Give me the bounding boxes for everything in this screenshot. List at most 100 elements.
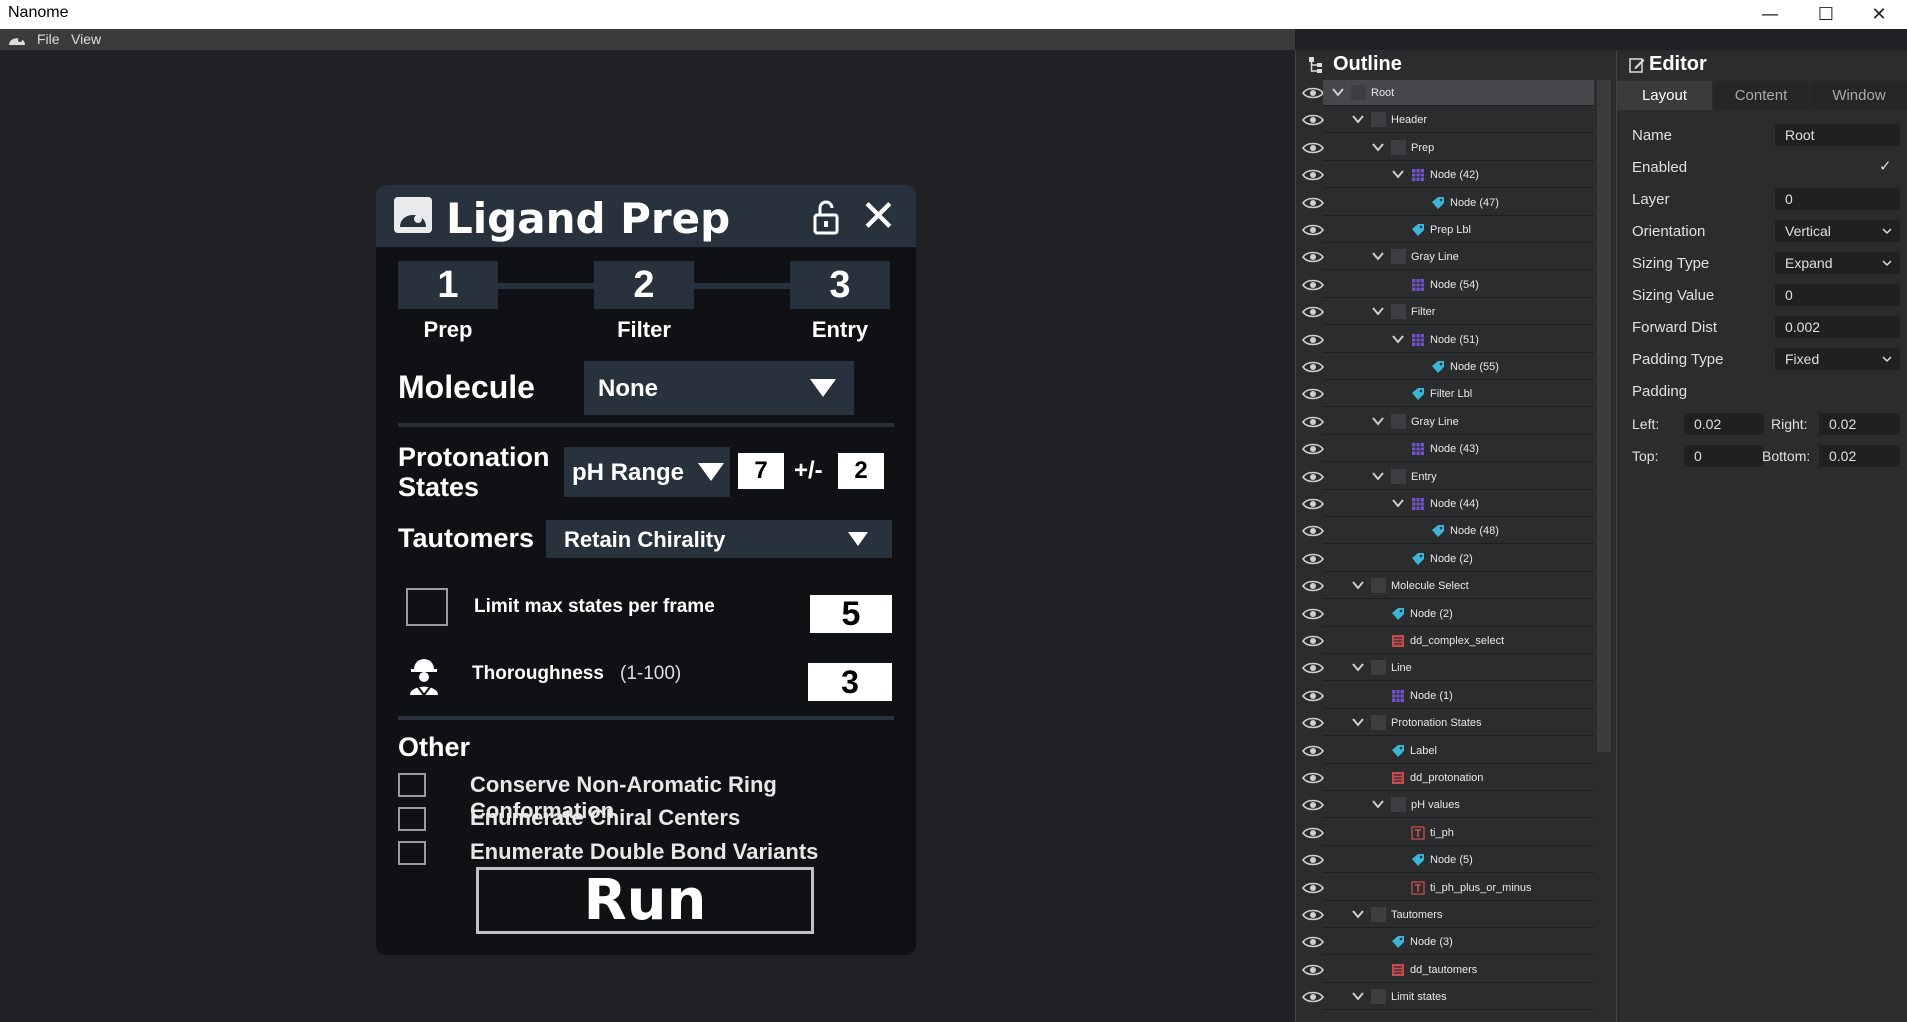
tab-window[interactable]: Window bbox=[1810, 81, 1907, 110]
visibility-eye-icon[interactable] bbox=[1302, 552, 1324, 566]
visibility-eye-icon[interactable] bbox=[1302, 826, 1324, 840]
orientation-dropdown[interactable]: Vertical bbox=[1775, 220, 1900, 242]
outline-row[interactable]: Node (42) bbox=[1296, 162, 1594, 189]
visibility-eye-icon[interactable] bbox=[1302, 798, 1324, 812]
option-checkbox-3[interactable] bbox=[398, 841, 426, 865]
outline-row-cell[interactable]: Filter bbox=[1323, 299, 1594, 326]
outline-row[interactable]: Prep Lbl bbox=[1296, 217, 1594, 244]
outline-row[interactable]: dd_complex_select bbox=[1296, 628, 1594, 655]
outline-row-cell[interactable]: Node (43) bbox=[1323, 436, 1594, 463]
run-button[interactable]: Run bbox=[476, 867, 814, 934]
option-checkbox-2[interactable] bbox=[398, 807, 426, 831]
outline-row[interactable]: Node (2) bbox=[1296, 546, 1594, 573]
outline-row-cell[interactable]: pH values bbox=[1323, 792, 1594, 819]
chevron-down-icon[interactable] bbox=[1371, 140, 1385, 154]
outline-row-cell[interactable]: Prep bbox=[1323, 135, 1594, 161]
outline-row[interactable]: Node (1) bbox=[1296, 683, 1594, 710]
option-checkbox-1[interactable] bbox=[398, 773, 426, 797]
unlock-icon[interactable] bbox=[812, 199, 844, 235]
outline-row[interactable]: Node (47) bbox=[1296, 190, 1594, 217]
visibility-eye-icon[interactable] bbox=[1302, 908, 1324, 922]
layer-field[interactable]: 0 bbox=[1775, 188, 1900, 210]
visibility-eye-icon[interactable] bbox=[1302, 607, 1324, 621]
maximize-button[interactable]: ☐ bbox=[1798, 0, 1854, 29]
chevron-down-icon[interactable] bbox=[1351, 112, 1365, 126]
outline-row[interactable]: Gray Line bbox=[1296, 244, 1594, 271]
outline-row[interactable]: dd_protonation bbox=[1296, 765, 1594, 792]
tab-content[interactable]: Content bbox=[1713, 81, 1809, 110]
padding-left-field[interactable]: 0.02 bbox=[1684, 413, 1764, 435]
visibility-eye-icon[interactable] bbox=[1302, 881, 1324, 895]
tab-layout[interactable]: Layout bbox=[1617, 81, 1712, 110]
outline-row-cell[interactable]: Line bbox=[1323, 655, 1594, 682]
outline-row-cell[interactable]: Node (51) bbox=[1323, 327, 1594, 353]
chevron-down-icon[interactable] bbox=[1351, 989, 1365, 1003]
visibility-eye-icon[interactable] bbox=[1302, 360, 1324, 374]
step-2-box[interactable]: 2 bbox=[594, 261, 694, 309]
visibility-eye-icon[interactable] bbox=[1302, 689, 1324, 703]
outline-row[interactable]: Node (5) bbox=[1296, 847, 1594, 874]
visibility-eye-icon[interactable] bbox=[1302, 442, 1324, 456]
limit-states-input[interactable]: 5 bbox=[810, 595, 892, 633]
visibility-eye-icon[interactable] bbox=[1302, 524, 1324, 538]
outline-row[interactable]: Gray Line bbox=[1296, 409, 1594, 436]
chevron-down-icon[interactable] bbox=[1391, 496, 1405, 510]
outline-row-cell[interactable]: Node (5) bbox=[1323, 847, 1594, 874]
ph-range-input[interactable]: 2 bbox=[838, 453, 884, 489]
outline-row[interactable]: Node (51) bbox=[1296, 327, 1594, 354]
visibility-eye-icon[interactable] bbox=[1302, 716, 1324, 730]
visibility-eye-icon[interactable] bbox=[1302, 935, 1324, 949]
chevron-down-icon[interactable] bbox=[1351, 907, 1365, 921]
visibility-eye-icon[interactable] bbox=[1302, 990, 1324, 1004]
visibility-eye-icon[interactable] bbox=[1302, 771, 1324, 785]
padding-right-field[interactable]: 0.02 bbox=[1819, 413, 1900, 435]
outline-row-cell[interactable]: Gray Line bbox=[1323, 409, 1594, 435]
padding-top-field[interactable]: 0 bbox=[1684, 445, 1764, 467]
enabled-checkbox[interactable]: ✓ bbox=[1879, 157, 1892, 175]
visibility-eye-icon[interactable] bbox=[1302, 470, 1324, 484]
outline-row-cell[interactable]: Root bbox=[1323, 80, 1594, 106]
outline-row[interactable]: Node (55) bbox=[1296, 354, 1594, 381]
outline-row[interactable]: dd_tautomers bbox=[1296, 957, 1594, 984]
outline-row-cell[interactable]: Prep Lbl bbox=[1323, 217, 1594, 243]
outline-row-cell[interactable]: dd_tautomers bbox=[1323, 957, 1594, 983]
outline-row[interactable]: Node (2) bbox=[1296, 601, 1594, 628]
outline-row[interactable]: Node (48) bbox=[1296, 518, 1594, 545]
outline-row[interactable]: Node (44) bbox=[1296, 491, 1594, 518]
visibility-eye-icon[interactable] bbox=[1302, 333, 1324, 347]
molecule-dropdown[interactable]: None bbox=[584, 361, 854, 415]
outline-row-cell[interactable]: Node (42) bbox=[1323, 162, 1594, 189]
outline-row[interactable]: Entry bbox=[1296, 464, 1594, 491]
visibility-eye-icon[interactable] bbox=[1302, 853, 1324, 867]
outline-row[interactable]: Node (43) bbox=[1296, 436, 1594, 463]
outline-row-cell[interactable]: ti_ph bbox=[1323, 820, 1594, 846]
visibility-eye-icon[interactable] bbox=[1302, 579, 1324, 593]
outline-row[interactable]: Node (54) bbox=[1296, 272, 1594, 299]
protonation-dropdown[interactable]: pH Range bbox=[564, 447, 730, 497]
close-panel-icon[interactable]: ✕ bbox=[860, 191, 897, 242]
outline-row-cell[interactable]: Entry bbox=[1323, 464, 1594, 490]
outline-row-cell[interactable]: Node (3) bbox=[1323, 929, 1594, 956]
close-window-button[interactable]: ✕ bbox=[1851, 0, 1907, 29]
outline-row-cell[interactable]: Node (55) bbox=[1323, 354, 1594, 380]
outline-row-cell[interactable]: Limit states bbox=[1323, 984, 1594, 1011]
visibility-eye-icon[interactable] bbox=[1302, 168, 1324, 182]
outline-row-cell[interactable]: Node (1) bbox=[1323, 683, 1594, 709]
outline-row-cell[interactable]: dd_protonation bbox=[1323, 765, 1594, 791]
padding-type-dropdown[interactable]: Fixed bbox=[1775, 348, 1900, 370]
visibility-eye-icon[interactable] bbox=[1302, 387, 1324, 401]
nanome-logo-icon[interactable] bbox=[8, 32, 26, 46]
visibility-eye-icon[interactable] bbox=[1302, 250, 1324, 264]
visibility-eye-icon[interactable] bbox=[1302, 744, 1324, 758]
outline-row[interactable]: Tautomers bbox=[1296, 902, 1594, 929]
chevron-down-icon[interactable] bbox=[1371, 249, 1385, 263]
outline-row[interactable]: pH values bbox=[1296, 792, 1594, 819]
outline-row[interactable]: Label bbox=[1296, 738, 1594, 765]
menu-file[interactable]: File bbox=[37, 31, 60, 47]
outline-row-cell[interactable]: Molecule Select bbox=[1323, 573, 1594, 600]
visibility-eye-icon[interactable] bbox=[1302, 86, 1324, 100]
outline-row-cell[interactable]: ti_ph_plus_or_minus bbox=[1323, 875, 1594, 901]
step-3-box[interactable]: 3 bbox=[790, 261, 890, 309]
tautomers-dropdown[interactable]: Retain Chirality bbox=[546, 520, 892, 558]
outline-row-cell[interactable]: Filter Lbl bbox=[1323, 381, 1594, 408]
